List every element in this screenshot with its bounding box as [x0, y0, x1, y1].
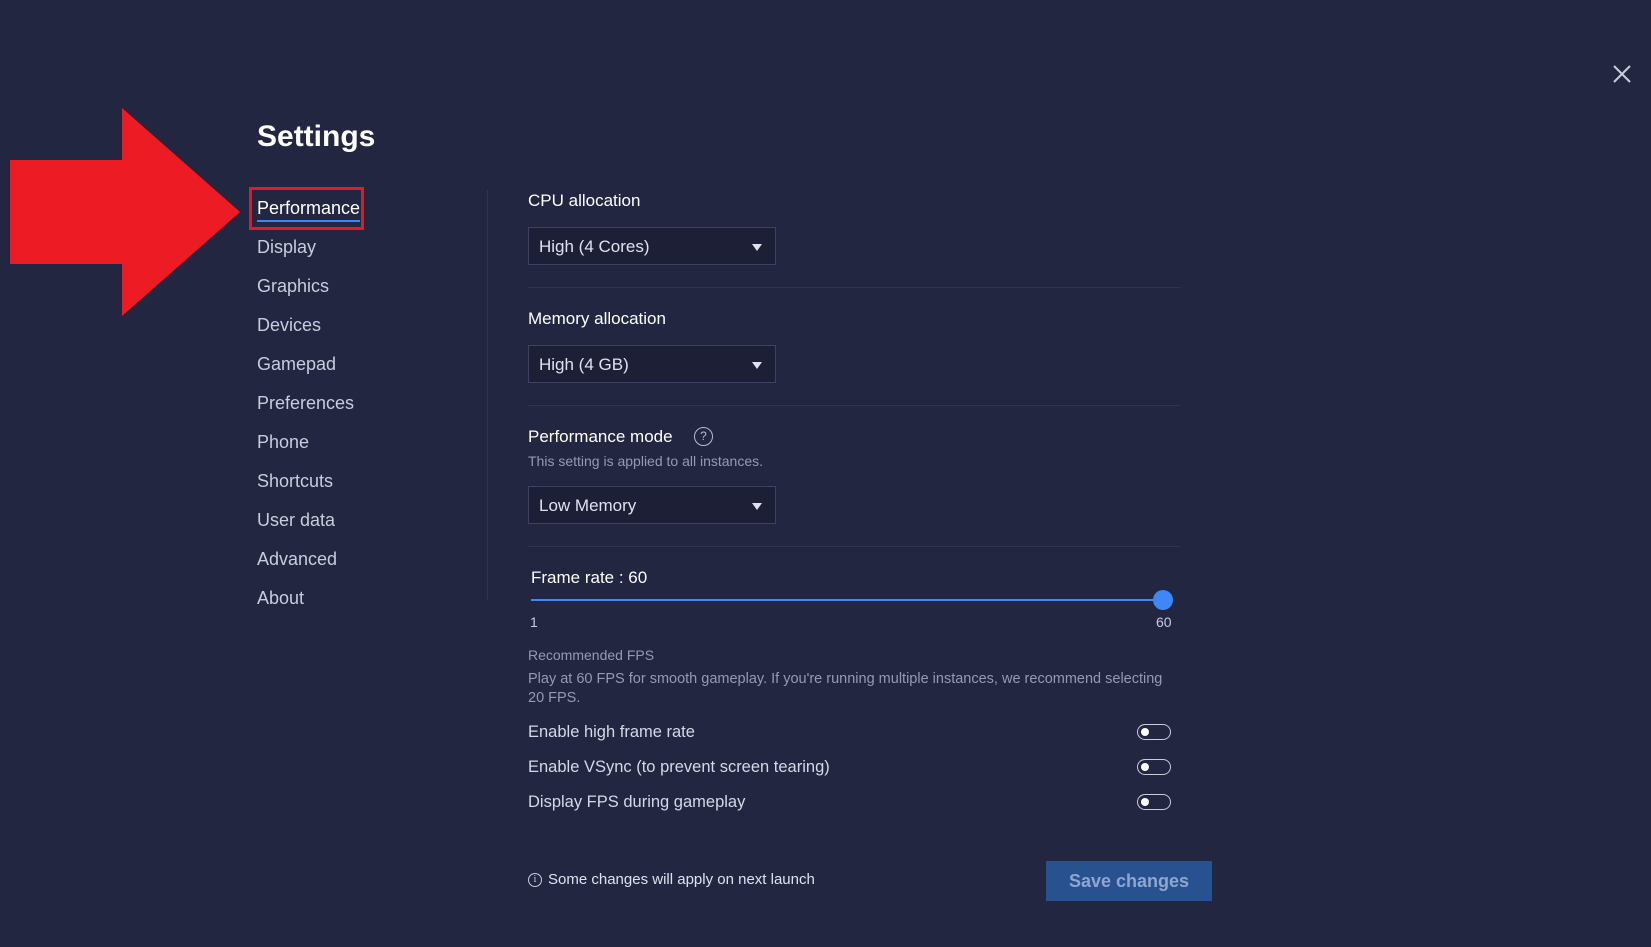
- sidebar-item-label: User data: [257, 510, 336, 530]
- frame-rate-max: 60: [1156, 614, 1172, 630]
- performance-mode-label: Performance mode: [528, 427, 673, 446]
- info-icon: i: [528, 873, 542, 887]
- sidebar-item-display[interactable]: Display: [257, 230, 457, 269]
- toggle-knob: [1141, 797, 1149, 806]
- sidebar-item-shortcuts[interactable]: Shortcuts: [257, 464, 457, 503]
- sidebar-item-label: Phone: [257, 432, 310, 452]
- sidebar-item-phone[interactable]: Phone: [257, 425, 457, 464]
- high-frame-rate-toggle[interactable]: [1137, 724, 1171, 740]
- caret-down-icon: [752, 244, 762, 251]
- toggle-knob: [1141, 762, 1149, 771]
- sidebar-item-user-data[interactable]: User data: [257, 503, 457, 542]
- cpu-allocation-label: CPU allocation: [528, 191, 641, 210]
- frame-rate-slider-track[interactable]: [531, 599, 1161, 601]
- performance-mode-value: Low Memory: [539, 496, 637, 515]
- page-title: Settings: [257, 120, 376, 153]
- frame-rate-label: Frame rate : 60: [531, 568, 648, 587]
- sidebar-item-label: Shortcuts: [257, 471, 334, 491]
- sidebar-item-label: Preferences: [257, 393, 355, 413]
- toggle-knob: [1141, 727, 1149, 736]
- highlight-box: [249, 187, 364, 230]
- caret-down-icon: [752, 362, 762, 369]
- sidebar-item-performance[interactable]: Performance: [249, 187, 457, 230]
- sidebar-item-label: Display: [257, 237, 317, 257]
- sidebar-item-label: Devices: [257, 315, 322, 335]
- restart-notice: Some changes will apply on next launch: [548, 871, 815, 888]
- sidebar-divider: [487, 190, 488, 600]
- sidebar-item-preferences[interactable]: Preferences: [257, 386, 457, 425]
- cpu-allocation-select[interactable]: High (4 Cores): [528, 227, 776, 265]
- recommended-fps-title: Recommended FPS: [528, 647, 655, 663]
- sidebar-item-about[interactable]: About: [257, 581, 457, 620]
- cpu-allocation-value: High (4 Cores): [539, 237, 650, 256]
- sidebar-item-label: Advanced: [257, 549, 338, 569]
- divider: [528, 287, 1180, 288]
- recommended-fps-text: Play at 60 FPS for smooth gameplay. If y…: [528, 671, 1163, 706]
- red-arrow-annotation: [10, 108, 240, 316]
- frame-rate-min: 1: [530, 614, 538, 630]
- performance-mode-select[interactable]: Low Memory: [528, 486, 776, 524]
- memory-allocation-select[interactable]: High (4 GB): [528, 345, 776, 383]
- toggle-label-high-frame-rate: Enable high frame rate: [528, 723, 695, 741]
- close-icon[interactable]: [1609, 61, 1635, 87]
- performance-mode-note: This setting is applied to all instances…: [528, 453, 764, 469]
- frame-rate-slider-thumb[interactable]: [1153, 590, 1173, 610]
- sidebar-item-label: About: [257, 588, 305, 608]
- help-icon[interactable]: ?: [694, 427, 713, 446]
- sidebar-item-label: Gamepad: [257, 354, 337, 374]
- sidebar-nav: Performance Display Graphics Devices Gam…: [249, 187, 457, 620]
- sidebar-item-gamepad[interactable]: Gamepad: [257, 347, 457, 386]
- divider: [528, 405, 1180, 406]
- sidebar-item-label: Graphics: [257, 276, 330, 296]
- sidebar-item-advanced[interactable]: Advanced: [257, 542, 457, 581]
- toggle-label-display-fps: Display FPS during gameplay: [528, 793, 746, 811]
- memory-allocation-value: High (4 GB): [539, 355, 629, 374]
- display-fps-toggle[interactable]: [1137, 794, 1171, 810]
- divider: [528, 546, 1180, 547]
- toggle-label-vsync: Enable VSync (to prevent screen tearing): [528, 758, 830, 776]
- caret-down-icon: [752, 503, 762, 510]
- memory-allocation-label: Memory allocation: [528, 309, 666, 328]
- sidebar-item-graphics[interactable]: Graphics: [257, 269, 457, 308]
- save-changes-button[interactable]: Save changes: [1046, 861, 1212, 901]
- sidebar-item-devices[interactable]: Devices: [257, 308, 457, 347]
- vsync-toggle[interactable]: [1137, 759, 1171, 775]
